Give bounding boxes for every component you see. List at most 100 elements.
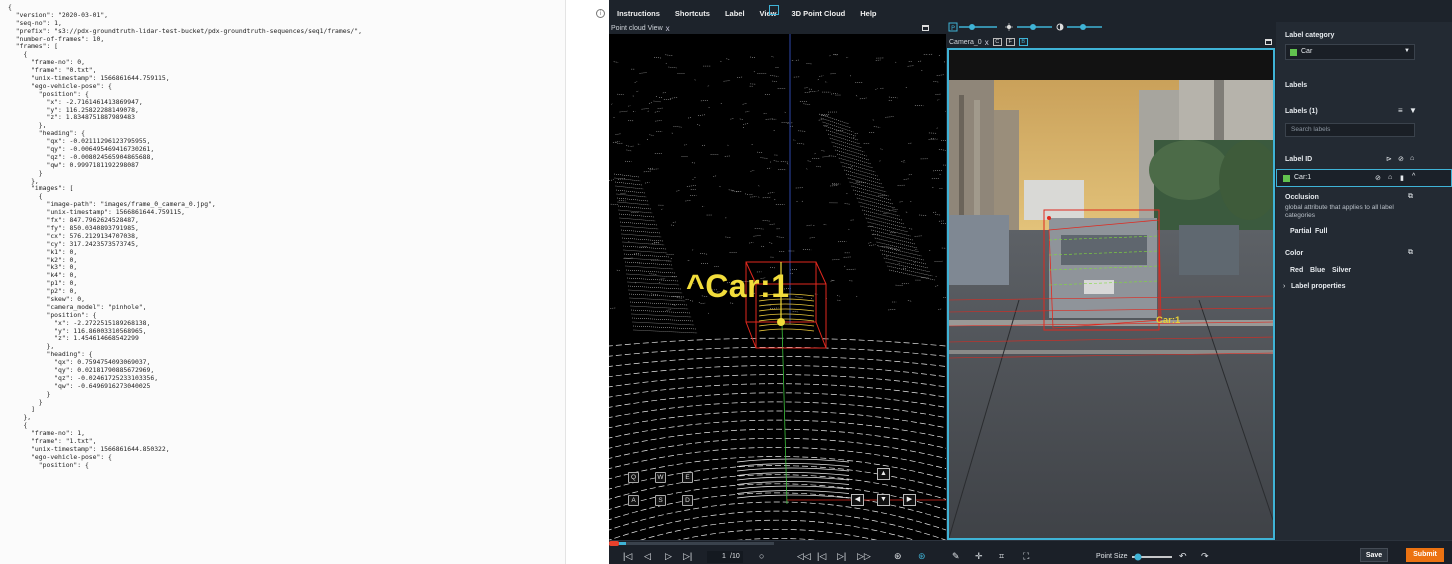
key-d-button[interactable]: D (682, 495, 693, 506)
submit-button[interactable]: Submit (1406, 548, 1444, 562)
point-cloud-view[interactable]: ^Car:1 Q W E A S D ▲ ◀ ▼ ▶ (609, 34, 946, 540)
key-w-button[interactable]: W (655, 472, 666, 483)
json-line: }, (8, 413, 32, 422)
point-cloud-tab[interactable]: Point cloud View x (609, 22, 946, 34)
frame-progress-marker[interactable] (609, 541, 619, 546)
step-forward-icon[interactable]: ▷| (837, 551, 846, 562)
screenshot-root: { "version": "2020-03-01", "seq-no": 1, … (0, 0, 1452, 564)
key-e-button[interactable]: E (682, 472, 693, 483)
camera-title: Camera_0 (949, 38, 982, 46)
maximize-icon[interactable] (1265, 39, 1272, 45)
label-list-item[interactable]: Car:1 ⊘ ⌂ ▮ ^ (1276, 169, 1452, 187)
move-icon[interactable]: ✛ (975, 551, 983, 562)
camera-view[interactable]: Car:1 (947, 48, 1275, 540)
point-size-slider[interactable] (1130, 553, 1172, 561)
filter-icon[interactable]: ▼ (1409, 106, 1417, 115)
label-category-select[interactable]: Car ▼ (1285, 44, 1415, 60)
color-option-red[interactable]: Red (1290, 267, 1303, 274)
contrast-icon (1056, 23, 1064, 31)
frame-current: 1 (722, 553, 726, 560)
hide-icon[interactable]: ⊘ (1375, 174, 1381, 182)
close-icon[interactable]: x (666, 24, 670, 33)
camera-label-text: Car:1 (1156, 315, 1181, 326)
bottom-toolbar: |◁ ◁ ▷ ▷| 1 /10 ○ ◁◁ |◁ ▷| ▷▷ ⊛ ⊛ ✎ ✛ ⌗ … (609, 540, 1452, 564)
p-toggle-text: P (951, 24, 955, 32)
label-properties-toggle[interactable]: Label properties (1291, 283, 1345, 290)
predict-icon[interactable]: ⊛ (894, 551, 902, 562)
lock-icon[interactable]: ⌂ (1410, 155, 1414, 162)
last-frame-icon[interactable]: ▷| (683, 551, 692, 562)
delete-icon[interactable]: ▮ (1400, 174, 1404, 182)
undo-icon[interactable]: ↶ (1179, 551, 1187, 562)
camera-b-button[interactable]: B (1018, 38, 1028, 46)
camera-image (949, 50, 1273, 538)
crop-icon[interactable]: ⌗ (999, 551, 1004, 562)
slider-thumb (969, 24, 975, 30)
view-controls: P (947, 22, 1275, 34)
step-back-icon[interactable]: |◁ (817, 551, 826, 562)
menu-instructions[interactable]: Instructions (617, 9, 660, 18)
camera-tab[interactable]: Camera_0 x C F B (947, 36, 1275, 48)
json-line: "images": [ (8, 184, 74, 193)
label-category-heading: Label category (1285, 32, 1335, 39)
nav-up-button[interactable]: ▲ (877, 468, 890, 480)
info-icon[interactable]: i (596, 9, 605, 18)
color-heading: Color (1285, 250, 1304, 257)
json-line: } (8, 389, 51, 398)
occlusion-option-partial[interactable]: Partial (1290, 228, 1311, 235)
pencil-icon[interactable]: ✎ (952, 551, 960, 562)
occlusion-description: global attribute that applies to all lab… (1285, 204, 1394, 219)
nav-down-button[interactable]: ▼ (877, 494, 890, 506)
maximize-icon[interactable] (922, 25, 929, 31)
slider-thumb (1080, 24, 1086, 30)
occlusion-option-full[interactable]: Full (1315, 228, 1327, 235)
nav-left-button[interactable]: ◀ (851, 494, 864, 506)
save-button[interactable]: Save (1360, 548, 1388, 562)
color-option-silver[interactable]: Silver (1332, 267, 1351, 274)
fast-forward-icon[interactable]: ▷▷ (857, 551, 871, 562)
copy-icon[interactable]: ⧉ (1408, 249, 1413, 257)
chevron-up-icon[interactable]: ^ (1412, 173, 1415, 180)
camera-c-button[interactable]: C (992, 38, 1002, 46)
close-icon[interactable]: x (985, 38, 989, 47)
occlusion-heading: Occlusion (1285, 194, 1319, 201)
frame-progress-track[interactable] (609, 542, 774, 545)
key-q-button[interactable]: Q (628, 472, 639, 483)
list-view-icon[interactable] (769, 5, 779, 15)
nav-right-button[interactable]: ▶ (903, 494, 916, 506)
camera-f-button[interactable]: F (1005, 38, 1015, 46)
menu-3d-point-cloud[interactable]: 3D Point Cloud (792, 9, 846, 18)
label-color-swatch (1283, 175, 1290, 182)
right-sidebar: Label category Car ▼ Labels Labels (1) ≡… (1276, 22, 1452, 540)
redo-icon[interactable]: ↷ (1201, 551, 1209, 562)
category-color-swatch (1290, 49, 1297, 56)
view-sliders[interactable]: P (947, 22, 1275, 34)
play-icon[interactable]: ▷ (665, 551, 672, 562)
key-a-button[interactable]: A (628, 495, 639, 506)
rewind-icon[interactable]: ◁◁ (797, 551, 811, 562)
chevron-right-icon: › (1283, 283, 1286, 290)
copy-icon[interactable]: ⧉ (1408, 193, 1413, 201)
loop-icon[interactable]: ○ (759, 551, 764, 561)
category-value: Car (1301, 48, 1313, 55)
color-option-blue[interactable]: Blue (1310, 267, 1325, 274)
hide-icon[interactable]: ⊘ (1398, 155, 1404, 163)
json-code: { "version": "2020-03-01", "seq-no": 1, … (8, 3, 362, 470)
prev-frame-icon[interactable]: ◁ (644, 551, 651, 562)
tag-icon[interactable]: ⊳ (1386, 155, 1392, 163)
label-id-heading: Label ID (1285, 156, 1313, 163)
search-labels-input[interactable]: Search labels (1285, 123, 1415, 137)
expand-icon[interactable]: ⛶ (1023, 551, 1029, 562)
first-frame-icon[interactable]: |◁ (623, 551, 632, 562)
label-item-name: Car:1 (1294, 174, 1312, 181)
menu-help[interactable]: Help (860, 9, 876, 18)
sort-icon[interactable]: ≡ (1398, 106, 1403, 115)
menu-shortcuts[interactable]: Shortcuts (675, 9, 710, 18)
lock-icon[interactable]: ⌂ (1388, 174, 1392, 181)
key-s-button[interactable]: S (655, 495, 666, 506)
point-cloud-label-text: ^Car:1 (686, 268, 790, 304)
chevron-down-icon: ▼ (1404, 48, 1410, 54)
point-cloud-title: Point cloud View (611, 24, 663, 32)
menu-label[interactable]: Label (725, 9, 745, 18)
predict-active-icon[interactable]: ⊛ (918, 551, 926, 562)
